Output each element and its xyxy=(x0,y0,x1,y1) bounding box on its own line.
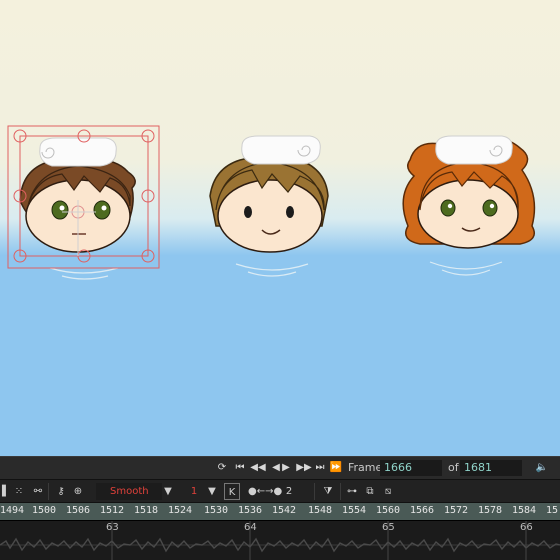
ruler-tick: 1548 xyxy=(308,505,333,516)
audio-waveform-track[interactable]: 63 64 65 66 xyxy=(0,520,560,560)
ruler-tick: 1566 xyxy=(410,505,435,516)
canvas-stage[interactable] xyxy=(0,0,560,456)
speaker-icon[interactable]: 🔈 xyxy=(532,460,552,476)
target-icon[interactable]: ⊕ xyxy=(70,483,86,500)
playback-bar: ⟳ ⏮ ◀◀ ◀ ▶ ▶▶ ⏭ ⏩ Frame 1666 of 1681 🔈 xyxy=(0,456,560,479)
chevron-down-icon[interactable]: ▼ xyxy=(162,483,174,500)
grid-icon[interactable]: ⁙ xyxy=(10,483,28,500)
seconds-mark: 66 xyxy=(520,522,533,533)
panel-handle[interactable]: ▌ xyxy=(2,483,10,500)
next-key-icon[interactable]: ⏭ xyxy=(312,460,328,476)
key-icon[interactable]: ⚷ xyxy=(52,483,70,500)
of-label: of xyxy=(448,461,459,474)
step-value[interactable]: 1 xyxy=(184,483,204,500)
ruler-tick: 1554 xyxy=(342,505,367,516)
current-frame-field[interactable]: 1666 xyxy=(380,460,442,476)
ruler-tick: 1572 xyxy=(444,505,469,516)
ruler-tick: 1536 xyxy=(238,505,263,516)
ruler-tick: 1578 xyxy=(478,505,503,516)
node-tree-icon[interactable]: ⊶ xyxy=(344,483,360,500)
next-frame-icon[interactable]: ▶▶ xyxy=(296,460,312,476)
seconds-mark: 65 xyxy=(382,522,395,533)
prev-key-icon[interactable]: ◀◀ xyxy=(250,460,266,476)
ruler-tick: 15 xyxy=(546,505,559,516)
keyframe-k-icon[interactable]: K xyxy=(224,483,240,500)
bone-link-icon[interactable]: ⚯ xyxy=(30,483,46,500)
chevron-down-icon[interactable]: ▼ xyxy=(206,483,218,500)
waveform-graphic xyxy=(0,521,560,560)
frame-ruler[interactable]: 1494 1500 1506 1512 1518 1524 1530 1536 … xyxy=(0,502,560,520)
interpolation-select[interactable]: Smooth xyxy=(96,483,162,500)
filter-icon[interactable]: ⧩ xyxy=(320,483,336,500)
total-frames-field[interactable]: 1681 xyxy=(460,460,522,476)
timeline-toolbar: ▌ ⁙ ⚯ ⚷ ⊕ Smooth ▼ 1 ▼ K ●←→● 2 ⧩ ⊶ ⧉ ⧅ xyxy=(0,479,560,502)
character-right-girl xyxy=(402,135,536,249)
ruler-tick: 1506 xyxy=(66,505,91,516)
play-icon[interactable]: ▶ xyxy=(278,460,294,476)
layers-icon[interactable]: ⧉ xyxy=(362,483,378,500)
ruler-tick: 1512 xyxy=(100,505,125,516)
onion-count[interactable]: 2 xyxy=(284,483,294,500)
ruler-tick: 1500 xyxy=(32,505,57,516)
seconds-mark: 63 xyxy=(106,522,119,533)
seconds-mark: 64 xyxy=(244,522,257,533)
ruler-tick: 1560 xyxy=(376,505,401,516)
onion-skin-icon[interactable]: ●←→● xyxy=(248,483,282,500)
mask-icon[interactable]: ⧅ xyxy=(380,483,396,500)
frame-label: Frame xyxy=(348,461,383,474)
ruler-tick: 1494 xyxy=(0,505,25,516)
ruler-tick: 1584 xyxy=(512,505,537,516)
ruler-tick: 1542 xyxy=(272,505,297,516)
ruler-tick: 1530 xyxy=(204,505,229,516)
loop-icon[interactable]: ⟳ xyxy=(214,460,230,476)
ruler-tick: 1524 xyxy=(168,505,193,516)
ruler-tick: 1518 xyxy=(134,505,159,516)
last-frame-icon[interactable]: ⏩ xyxy=(328,460,344,476)
first-frame-icon[interactable]: ⏮ xyxy=(232,460,248,476)
